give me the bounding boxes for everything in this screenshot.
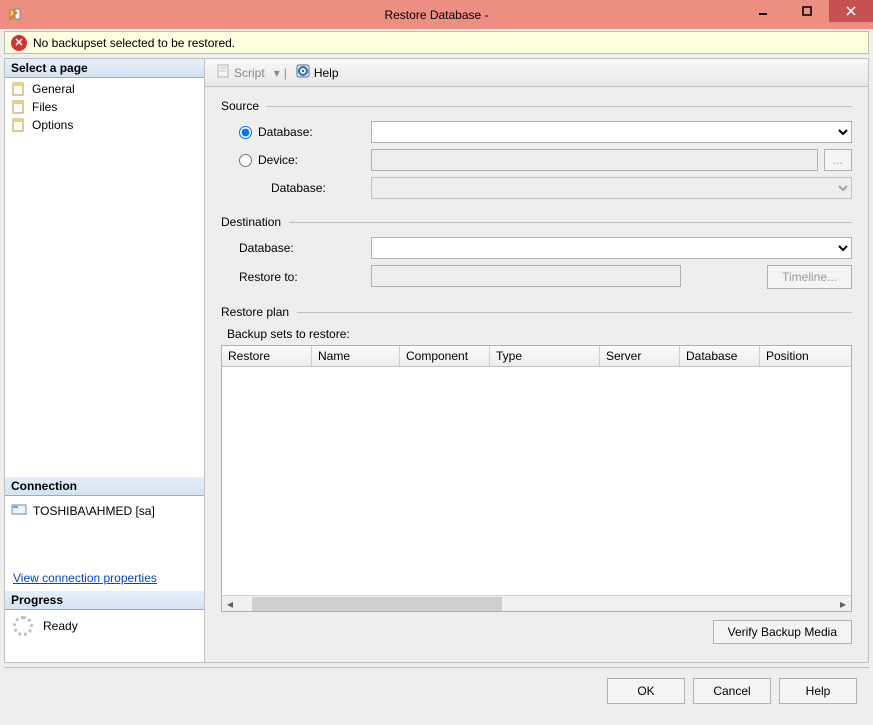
dropdown-arrow-icon[interactable]: ▾ bbox=[274, 66, 280, 80]
dialog-footer: OK Cancel Help bbox=[4, 667, 869, 713]
col-type[interactable]: Type bbox=[490, 346, 600, 366]
warning-text: No backupset selected to be restored. bbox=[33, 36, 235, 50]
warning-bar: ✕ No backupset selected to be restored. bbox=[4, 31, 869, 54]
error-icon: ✕ bbox=[11, 35, 27, 51]
connection-header: Connection bbox=[5, 477, 204, 496]
dest-database-label: Database: bbox=[221, 241, 371, 255]
dest-database-select[interactable] bbox=[371, 237, 852, 259]
ok-button[interactable]: OK bbox=[607, 678, 685, 704]
horizontal-scrollbar[interactable]: ◂ ▸ bbox=[222, 595, 851, 611]
scroll-thumb[interactable] bbox=[252, 597, 502, 611]
col-component[interactable]: Component bbox=[400, 346, 490, 366]
plan-header: Restore plan bbox=[221, 305, 289, 319]
help-icon bbox=[296, 64, 310, 81]
source-device-radio[interactable]: Device: bbox=[221, 153, 371, 167]
col-server[interactable]: Server bbox=[600, 346, 680, 366]
col-database[interactable]: Database bbox=[680, 346, 760, 366]
toolbar: Script ▾ | Help bbox=[205, 59, 868, 87]
source-group: Source Database: Device: ... Database: bbox=[221, 99, 852, 205]
window-title: Restore Database - bbox=[384, 8, 488, 22]
connection-server: TOSHIBA\AHMED [sa] bbox=[33, 504, 155, 518]
maximize-button[interactable] bbox=[785, 0, 829, 22]
progress-status: Ready bbox=[43, 619, 78, 633]
device-database-label: Database: bbox=[221, 181, 371, 195]
col-name[interactable]: Name bbox=[312, 346, 400, 366]
toolbar-separator: | bbox=[284, 66, 287, 80]
col-restore[interactable]: Restore bbox=[222, 346, 312, 366]
close-button[interactable] bbox=[829, 0, 873, 22]
nav-item-options[interactable]: Options bbox=[5, 116, 204, 134]
left-nav: Select a page General Files Options Conn… bbox=[5, 59, 205, 662]
connection-info: TOSHIBA\AHMED [sa] bbox=[5, 496, 204, 525]
nav-header: Select a page bbox=[5, 59, 204, 78]
restore-to-label: Restore to: bbox=[221, 270, 371, 284]
source-header: Source bbox=[221, 99, 259, 113]
scroll-right-arrow-icon[interactable]: ▸ bbox=[835, 597, 851, 611]
page-icon bbox=[11, 99, 27, 115]
destination-group: Destination Database: Restore to: Timeli… bbox=[221, 215, 852, 295]
minimize-button[interactable] bbox=[741, 0, 785, 22]
verify-backup-media-button[interactable]: Verify Backup Media bbox=[713, 620, 852, 644]
destination-header: Destination bbox=[221, 215, 281, 229]
device-database-select bbox=[371, 177, 852, 199]
script-button[interactable]: Script bbox=[211, 62, 270, 83]
restore-plan-group: Restore plan Backup sets to restore: Res… bbox=[221, 305, 852, 644]
nav-item-general[interactable]: General bbox=[5, 80, 204, 98]
scroll-left-arrow-icon[interactable]: ◂ bbox=[222, 597, 238, 611]
progress-spinner-icon bbox=[13, 616, 33, 636]
source-database-radio[interactable]: Database: bbox=[221, 125, 371, 139]
progress-header: Progress bbox=[5, 591, 204, 610]
server-icon bbox=[11, 502, 27, 519]
source-database-select[interactable] bbox=[371, 121, 852, 143]
app-icon bbox=[8, 7, 24, 23]
view-connection-properties-link[interactable]: View connection properties bbox=[5, 565, 204, 591]
script-icon bbox=[216, 64, 230, 81]
help-footer-button[interactable]: Help bbox=[779, 678, 857, 704]
help-button[interactable]: Help bbox=[291, 62, 344, 83]
source-device-input bbox=[371, 149, 818, 171]
cancel-button[interactable]: Cancel bbox=[693, 678, 771, 704]
nav-item-files[interactable]: Files bbox=[5, 98, 204, 116]
timeline-button[interactable]: Timeline... bbox=[767, 265, 852, 289]
page-icon bbox=[11, 81, 27, 97]
page-icon bbox=[11, 117, 27, 133]
table-body bbox=[222, 367, 851, 595]
plan-subheader: Backup sets to restore: bbox=[221, 327, 852, 345]
backup-sets-table[interactable]: Restore Name Component Type Server Datab… bbox=[221, 345, 852, 612]
titlebar[interactable]: Restore Database - bbox=[0, 0, 873, 29]
restore-to-input bbox=[371, 265, 681, 287]
browse-device-button[interactable]: ... bbox=[824, 149, 852, 171]
col-position[interactable]: Position bbox=[760, 346, 851, 366]
